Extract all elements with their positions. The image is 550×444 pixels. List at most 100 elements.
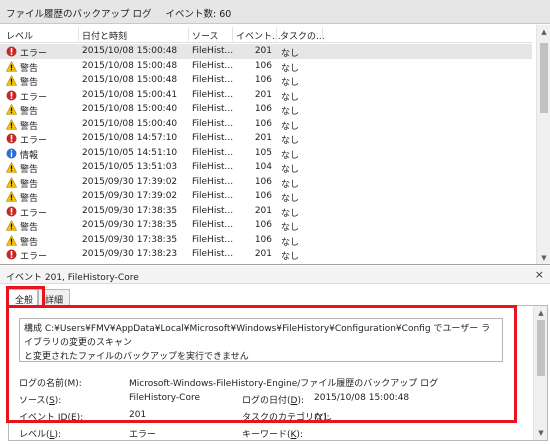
event-id-cell: 201: [254, 89, 272, 100]
date-cell: 2015/10/08 15:00:48: [82, 75, 178, 85]
date-cell: 2015/09/30 17:38:35: [82, 205, 178, 216]
level-cell: エラー: [20, 92, 48, 103]
warning-icon: [6, 263, 17, 264]
event-id-cell: 201: [254, 46, 272, 56]
date-cell: 2015/10/08 15:00:41: [82, 89, 178, 100]
date-cell: 2015/10/08 15:00:40: [82, 118, 178, 129]
level-cell: 警告: [20, 121, 39, 132]
source-cell: FileHist...: [192, 60, 234, 71]
table-row[interactable]: 警告 2015/10/05 13:51:03 FileHist... 104 なし: [0, 160, 532, 175]
list-scrollbar[interactable]: ▲ ▼: [536, 25, 550, 264]
log-name-label: ログの名前(M):: [19, 379, 82, 389]
tab-general[interactable]: 全般: [8, 289, 38, 306]
table-row[interactable]: 情報 2015/10/05 14:51:10 FileHist... 105 なし: [0, 146, 532, 161]
table-row[interactable]: 警告 2015/10/08 15:00:40 FileHist... 106 なし: [0, 117, 532, 132]
column-divider[interactable]: [232, 27, 233, 41]
event-id-cell: 106: [254, 75, 272, 85]
date-cell: 2015/09/30 17:38:35: [82, 234, 178, 245]
level-cell: エラー: [20, 252, 48, 262]
column-divider[interactable]: [188, 27, 189, 41]
warning-icon: [5, 103, 18, 115]
warning-icon: [5, 234, 18, 246]
column-source[interactable]: ソース: [192, 29, 219, 42]
level-cell: 警告: [20, 264, 38, 265]
column-event-id[interactable]: イベント...: [236, 29, 281, 42]
level-cell: 警告: [20, 194, 39, 204]
event-count: イベント数: 60: [165, 9, 232, 20]
event-id-cell: 106: [254, 60, 272, 71]
column-header: レベル 日付と時刻 ソース イベント... タスクの...: [0, 25, 532, 43]
warning-icon: [5, 74, 18, 86]
error-icon: [6, 249, 17, 260]
task-cell: なし: [281, 92, 300, 103]
scroll-up-icon[interactable]: ▲: [534, 306, 548, 320]
log-name-value: Microsoft-Windows-FileHistory-Engine/ファイ…: [129, 379, 439, 389]
level-cell: 情報: [20, 150, 39, 161]
warning-icon: [5, 219, 18, 231]
warning-icon: [5, 161, 18, 173]
column-date[interactable]: 日付と時刻: [82, 29, 127, 42]
source-cell: FileHist...: [192, 191, 234, 201]
description-line: と変更されたファイルのバックアップを実行できません: [24, 352, 249, 362]
logged-label: ログの日付(D):: [242, 396, 304, 406]
keywords-label: キーワード(K):: [242, 430, 303, 440]
event-description[interactable]: 構成 C:¥Users¥FMV¥AppData¥Local¥Microsoft¥…: [19, 318, 503, 362]
task-cell: なし: [281, 165, 300, 175]
event-detail-title: イベント 201, FileHistory-Core: [6, 273, 139, 283]
date-cell: 2015/10/05 13:51:03: [82, 162, 178, 172]
event-detail-panel: 構成 C:¥Users¥FMV¥AppData¥Local¥Microsoft¥…: [8, 305, 548, 441]
event-id-label: イベント ID(E):: [19, 413, 84, 423]
table-row[interactable]: エラー 2015/09/30 17:38:35 FileHist... 201 なし: [0, 204, 532, 219]
tab-details[interactable]: 詳細: [38, 289, 70, 306]
event-id-cell: 106: [236, 264, 272, 265]
level-cell: 警告: [20, 78, 39, 88]
detail-scrollbar[interactable]: ▲ ▼: [533, 306, 547, 440]
date-cell: 2015/09/30 17:38:35: [82, 220, 178, 230]
table-row[interactable]: 警告 2015/10/08 15:00:48 FileHist... 106 なし: [0, 59, 532, 74]
task-cell: なし: [281, 208, 300, 219]
event-list[interactable]: レベル 日付と時刻 ソース イベント... タスクの... エラー 2015/10…: [0, 25, 550, 265]
event-id-cell: 106: [254, 118, 272, 129]
task-cell: なし: [281, 223, 300, 233]
table-row[interactable]: エラー 2015/10/08 15:00:41 FileHist... 201 なし: [0, 88, 532, 103]
source-cell: FileHist...: [192, 133, 234, 143]
scroll-down-icon[interactable]: ▼: [537, 251, 550, 264]
scroll-thumb[interactable]: [540, 43, 548, 113]
date-cell: 2015/09/30 17:38:23: [82, 249, 178, 259]
scroll-thumb[interactable]: [537, 320, 545, 376]
table-row[interactable]: 警告 2015/09/30 17:39:02 FileHist... 106 なし: [0, 189, 532, 204]
warning-icon: [5, 190, 18, 202]
description-line: 構成 C:¥Users¥FMV¥AppData¥Local¥Microsoft¥…: [24, 324, 491, 348]
source-cell: FileHist...: [192, 264, 233, 265]
table-row[interactable]: 警告 2015/09/30 17:38:22 FileHist...106 なし: [0, 262, 532, 265]
table-row[interactable]: 警告 2015/10/08 15:00:48 FileHist... 106 なし: [0, 73, 532, 88]
table-row[interactable]: エラー 2015/09/30 17:38:23 FileHist... 201 なし: [0, 247, 532, 262]
scroll-down-icon[interactable]: ▼: [534, 426, 548, 440]
column-task[interactable]: タスクの...: [280, 29, 325, 42]
event-id-cell: 106: [254, 176, 272, 187]
column-level[interactable]: レベル: [6, 29, 33, 42]
scroll-up-icon[interactable]: ▲: [537, 25, 550, 39]
level-cell: 警告: [20, 237, 39, 248]
task-cell: なし: [281, 63, 300, 74]
column-divider[interactable]: [78, 27, 79, 41]
date-cell: 2015/09/30 17:38:22: [82, 264, 177, 265]
task-cell: なし: [281, 252, 300, 262]
column-divider[interactable]: [322, 27, 323, 41]
table-row[interactable]: エラー 2015/10/08 14:57:10 FileHist... 201 なし: [0, 131, 532, 146]
table-row[interactable]: エラー 2015/10/08 15:00:48 FileHist... 201 なし: [0, 44, 532, 59]
table-row[interactable]: 警告 2015/10/08 15:00:40 FileHist... 106 なし: [0, 102, 532, 117]
close-icon[interactable]: ×: [535, 268, 544, 281]
table-row[interactable]: 警告 2015/09/30 17:39:02 FileHist... 106 なし: [0, 175, 532, 190]
table-row[interactable]: 警告 2015/09/30 17:38:35 FileHist... 106 なし: [0, 218, 532, 233]
task-cell: なし: [281, 78, 300, 88]
source-cell: FileHist...: [192, 176, 234, 187]
level-cell: 警告: [20, 63, 39, 74]
event-id-cell: 201: [254, 133, 272, 143]
task-cell: なし: [281, 136, 300, 146]
source-label: ソース(S):: [19, 396, 62, 406]
info-icon: [6, 148, 17, 159]
error-icon: [6, 133, 17, 144]
column-divider[interactable]: [276, 27, 277, 41]
table-row[interactable]: 警告 2015/09/30 17:38:35 FileHist... 106 なし: [0, 233, 532, 248]
